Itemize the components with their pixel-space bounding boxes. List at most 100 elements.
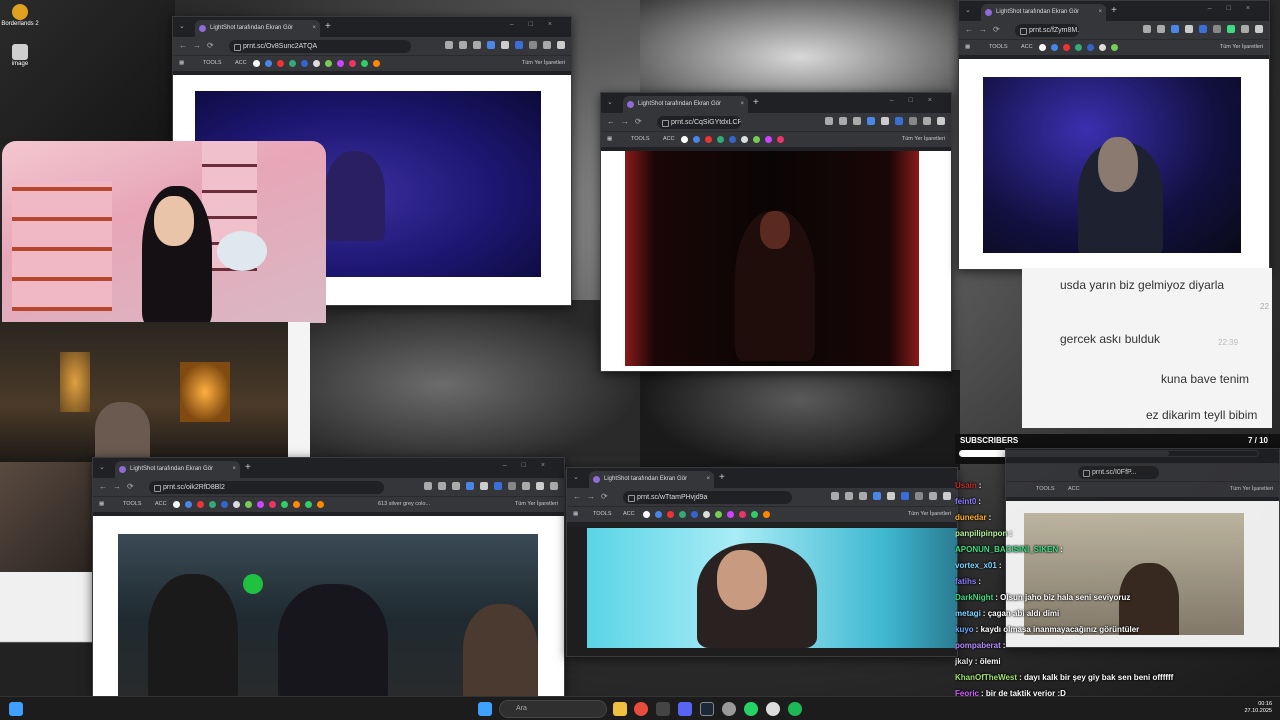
- bookmark-acc[interactable]: ACC: [155, 497, 167, 512]
- bookmark-acc[interactable]: ACC: [663, 132, 675, 147]
- chat-username[interactable]: vortex_x01: [955, 561, 997, 570]
- app-icon[interactable]: [766, 702, 780, 716]
- spotify-icon[interactable]: [788, 702, 802, 716]
- bookmark-icons[interactable]: [643, 511, 770, 518]
- browser-tab[interactable]: LightShot tarafından Ekran Gör ×: [115, 461, 240, 478]
- bookmark-icons[interactable]: [1039, 44, 1118, 51]
- tab-search-icon[interactable]: ⌄: [99, 463, 105, 471]
- chat-username[interactable]: fatihs: [955, 577, 976, 586]
- tab-search-icon[interactable]: ⌄: [965, 6, 971, 14]
- address-bar[interactable]: prnt.sc/Ov8Sunc2ATQA: [229, 40, 411, 53]
- new-tab-icon[interactable]: +: [325, 21, 331, 32]
- apps-icon[interactable]: ▦: [99, 497, 104, 512]
- new-tab-icon[interactable]: +: [719, 472, 725, 483]
- obs-icon[interactable]: [656, 702, 670, 716]
- tab-search-icon[interactable]: ⌄: [607, 98, 613, 106]
- bookmark-all[interactable]: Tüm Yer İşaretleri: [1230, 482, 1273, 497]
- new-tab-icon[interactable]: +: [1111, 5, 1117, 16]
- extension-icons[interactable]: [1143, 25, 1263, 35]
- chat-message: vortex_x01:: [955, 558, 1225, 574]
- desktop-icon-image[interactable]: image: [0, 44, 40, 68]
- browser-tab[interactable]: LightShot tarafından Ekran Gör ×: [589, 471, 714, 488]
- steam-icon[interactable]: [700, 702, 714, 716]
- desktop: Borderlands 2 image ⌄ LightShot tarafınd…: [0, 0, 1280, 720]
- browser-window[interactable]: ⌄ LightShot tarafından Ekran Gör × + ←→⟳ …: [566, 467, 958, 657]
- browser-window[interactable]: ⌄ LightShot tarafından Ekran Gör × + –□× …: [600, 92, 952, 372]
- bookmark-icons[interactable]: [253, 60, 380, 67]
- bookmark-acc[interactable]: ACC: [235, 56, 247, 71]
- bookmark-tools[interactable]: TOOLS: [593, 507, 612, 522]
- bookmark-acc[interactable]: ACC: [1021, 40, 1033, 55]
- address-bar[interactable]: prnt.sc/CqSiGYtdxLCP: [657, 116, 741, 129]
- window-controls[interactable]: –□×: [1208, 5, 1265, 12]
- browser-tab[interactable]: LightShot tarafından Ekran Gör ×: [623, 96, 748, 113]
- bookmark-tools[interactable]: TOOLS: [203, 56, 222, 71]
- tab-search-icon[interactable]: ⌄: [573, 473, 579, 481]
- bookmark-icons[interactable]: [681, 136, 784, 143]
- extension-icons[interactable]: [445, 41, 565, 51]
- window-controls[interactable]: –□×: [890, 97, 947, 104]
- chat-username[interactable]: DarkNight: [955, 593, 993, 602]
- chat-username[interactable]: feint0: [955, 497, 976, 506]
- browser-tab[interactable]: LightShot tarafından Ekran Gör ×: [195, 20, 320, 37]
- address-bar[interactable]: prnt.sc/wTtamPHvjd9a: [623, 491, 792, 504]
- close-tab-icon[interactable]: ×: [312, 20, 316, 37]
- chat-username[interactable]: pompaberat: [955, 641, 1001, 650]
- bookmark-icons[interactable]: [173, 501, 324, 508]
- bookmark-all[interactable]: Tüm Yer İşaretleri: [902, 132, 945, 147]
- bookmark-all[interactable]: Tüm Yer İşaretleri: [1220, 40, 1263, 55]
- bookmark-acc[interactable]: ACC: [623, 507, 635, 522]
- browser-window[interactable]: ⌄ LightShot tarafından Ekran Gör × + –□× …: [92, 457, 565, 697]
- address-bar[interactable]: prnt.sc/fZym8M...: [1015, 24, 1079, 37]
- nav-buttons[interactable]: ←→⟳: [573, 492, 614, 501]
- discord-icon[interactable]: [678, 702, 692, 716]
- bookmark-all[interactable]: Tüm Yer İşaretleri: [522, 56, 565, 71]
- taskbar-search[interactable]: Ara: [499, 700, 607, 718]
- chat-username[interactable]: panpilipinpon: [955, 529, 1007, 538]
- chat-username[interactable]: dunedar: [955, 513, 987, 522]
- close-tab-icon[interactable]: ×: [740, 96, 744, 113]
- close-tab-icon[interactable]: ×: [232, 461, 236, 478]
- close-tab-icon[interactable]: ×: [1098, 4, 1102, 21]
- whatsapp-icon[interactable]: [744, 702, 758, 716]
- taskbar-clock[interactable]: 00:16 27.10.2025: [1244, 701, 1272, 715]
- extension-icons[interactable]: [825, 117, 945, 127]
- chat-username[interactable]: APONUN_BACISINI_SIKEN: [955, 545, 1058, 554]
- desktop-icon-borderlands[interactable]: Borderlands 2: [0, 4, 40, 28]
- apps-icon[interactable]: ▦: [965, 40, 970, 55]
- browser-window[interactable]: ⌄ LightShot tarafından Ekran Gör × + –□× …: [958, 0, 1270, 270]
- chat-username[interactable]: kuyo: [955, 625, 974, 634]
- apps-icon[interactable]: ▦: [573, 507, 578, 522]
- windows-logo-icon[interactable]: [478, 702, 492, 716]
- chrome-icon[interactable]: [634, 702, 648, 716]
- start-menu-icon[interactable]: [9, 702, 23, 716]
- bookmark-all[interactable]: Tüm Yer İşaretleri: [908, 507, 951, 522]
- bookmark-all[interactable]: Tüm Yer İşaretleri: [515, 497, 558, 512]
- nav-buttons[interactable]: ←→⟳: [99, 482, 140, 491]
- new-tab-icon[interactable]: +: [753, 97, 759, 108]
- bookmark-extra[interactable]: 613 silver grey colo...: [378, 497, 430, 512]
- bookmark-tools[interactable]: TOOLS: [123, 497, 142, 512]
- address-bar[interactable]: prnt.sc/oik2RfD8Bl2: [149, 481, 384, 494]
- bookmark-tools[interactable]: TOOLS: [989, 40, 1008, 55]
- chat-username[interactable]: Usain: [955, 481, 977, 490]
- close-tab-icon[interactable]: ×: [706, 471, 710, 488]
- window-controls[interactable]: –□×: [510, 21, 567, 28]
- nav-buttons[interactable]: ←→⟳: [179, 41, 220, 50]
- tab-search-icon[interactable]: ⌄: [179, 22, 185, 30]
- bookmark-tools[interactable]: TOOLS: [631, 132, 650, 147]
- chat-username[interactable]: metagi: [955, 609, 981, 618]
- new-tab-icon[interactable]: +: [245, 462, 251, 473]
- apps-icon[interactable]: ▦: [179, 56, 184, 71]
- chat-username[interactable]: jkaly: [955, 657, 973, 666]
- nav-buttons[interactable]: ←→⟳: [965, 25, 1006, 34]
- extension-icons[interactable]: [424, 482, 558, 492]
- apps-icon[interactable]: ▦: [607, 132, 612, 147]
- window-controls[interactable]: –□×: [503, 462, 560, 469]
- settings-gear-icon[interactable]: [722, 702, 736, 716]
- browser-tab[interactable]: LightShot tarafından Ekran Gör ×: [981, 4, 1106, 21]
- file-explorer-icon[interactable]: [613, 702, 627, 716]
- nav-buttons[interactable]: ←→⟳: [607, 117, 648, 126]
- chat-username[interactable]: KhanOfTheWest: [955, 673, 1017, 682]
- extension-icons[interactable]: [831, 492, 951, 502]
